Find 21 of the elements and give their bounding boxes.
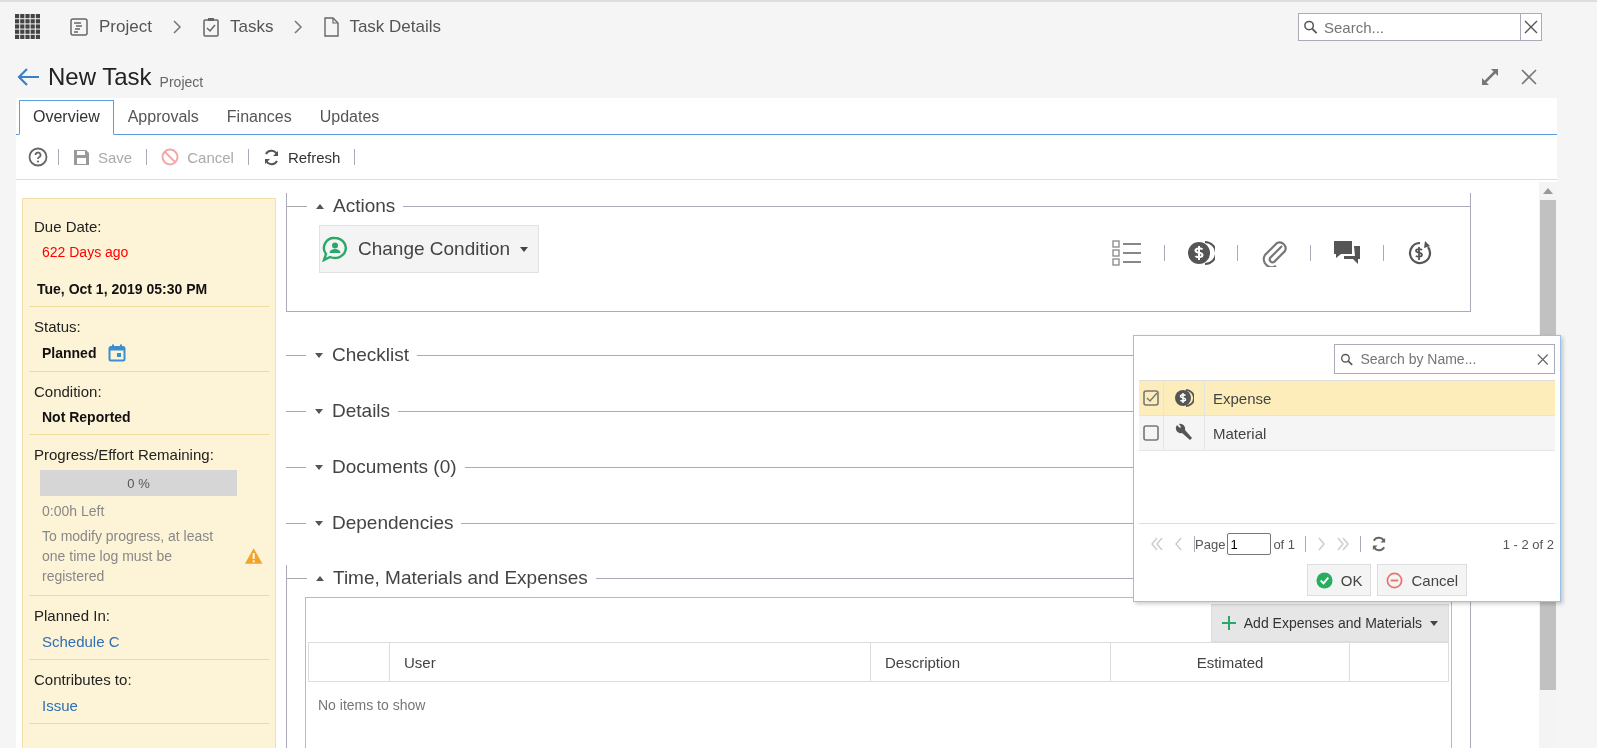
progress-reading: 0 % bbox=[127, 475, 150, 491]
progress-note: To modify progress, at least one time log must be registered bbox=[42, 527, 215, 586]
field-label: Due Date: bbox=[33, 218, 103, 235]
page-label: Page bbox=[1195, 536, 1226, 552]
overdue-text: 622 Days ago bbox=[41, 244, 130, 260]
condition-value: Not Reported bbox=[41, 409, 132, 425]
page-title: New Task bbox=[48, 63, 152, 91]
field-label: Progress/Effort Remaining: bbox=[33, 446, 215, 463]
field-label: Status: bbox=[33, 318, 82, 335]
due-date-value: Tue, Oct 1, 2019 05:30 PM bbox=[36, 281, 209, 297]
page-subtitle: Project bbox=[159, 74, 204, 90]
field-label: Planned In: bbox=[33, 607, 111, 624]
item-label: Material bbox=[1212, 423, 1267, 444]
field-label: Condition: bbox=[33, 383, 103, 400]
hours-left-text: 0:00h Left bbox=[41, 503, 106, 519]
item-label: Expense bbox=[1212, 388, 1272, 409]
page-count: of 1 bbox=[1273, 536, 1296, 552]
empty-message: No items to show bbox=[317, 696, 427, 715]
status-value: Planned bbox=[42, 345, 97, 361]
field-label: Contributes to: bbox=[33, 671, 133, 688]
item-range: 1 - 2 of 2 bbox=[1502, 536, 1554, 552]
